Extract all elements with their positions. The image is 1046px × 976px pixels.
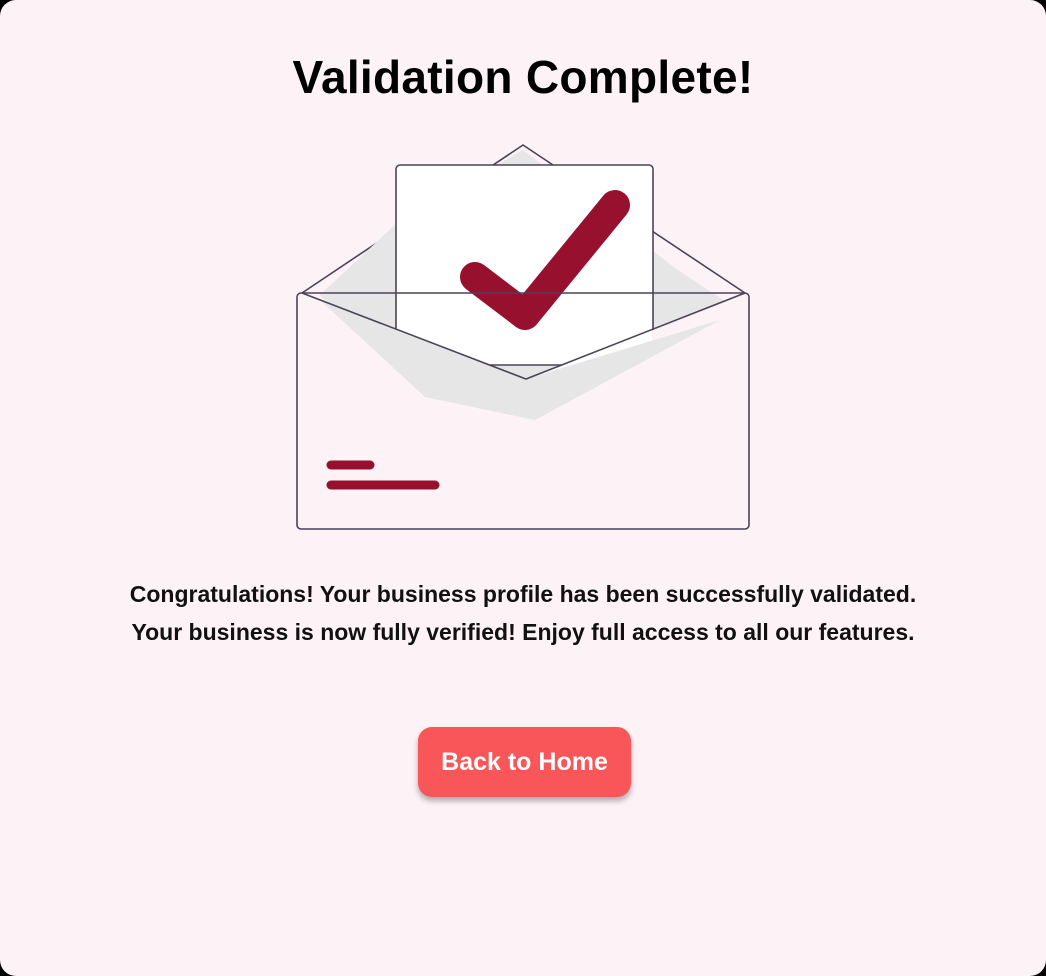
confirmation-message: Congratulations! Your business profile h… — [60, 575, 986, 651]
message-line-2: Your business is now fully verified! Enj… — [131, 619, 915, 645]
page-title: Validation Complete! — [292, 51, 754, 103]
message-line-1: Congratulations! Your business profile h… — [129, 581, 917, 607]
envelope-checkmark-icon — [296, 144, 750, 530]
validation-card: Validation Complete! Congratulations! Yo… — [0, 0, 1046, 976]
back-to-home-button[interactable]: Back to Home — [418, 727, 631, 797]
